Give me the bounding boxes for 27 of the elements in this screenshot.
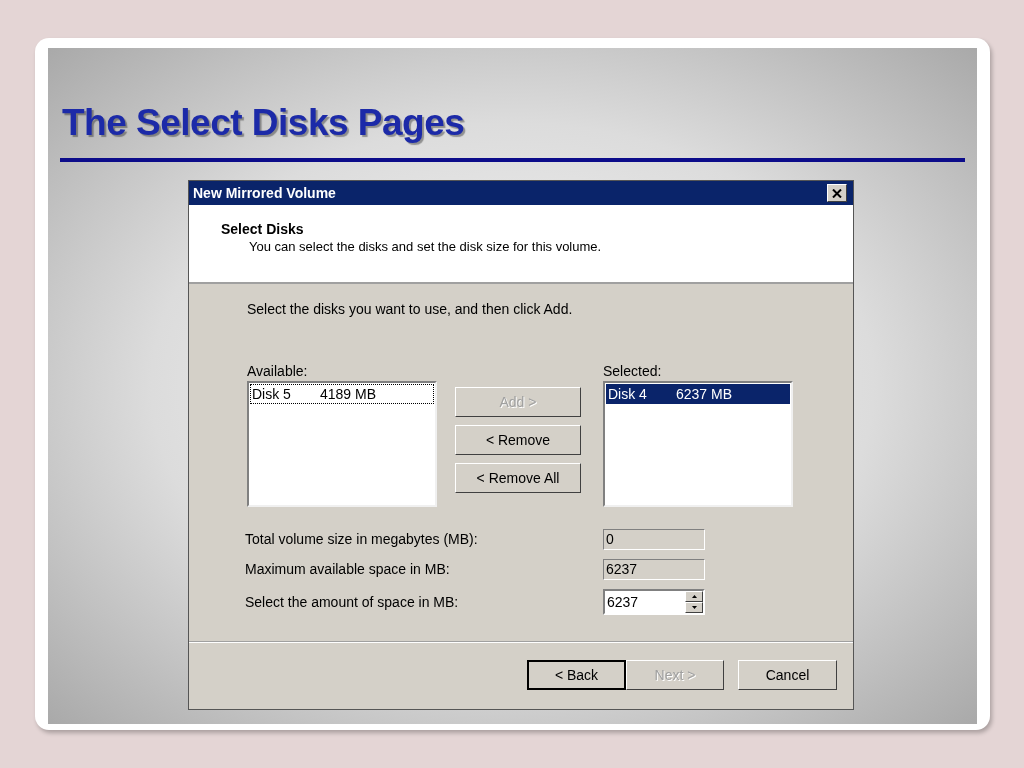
spinner-field[interactable]: 6237 [603,589,705,615]
window-title: New Mirrored Volume [193,183,336,203]
header-subtitle: You can select the disks and set the disk size for this volume. [249,238,603,256]
spin-down-button[interactable] [685,602,703,613]
dialog-button[interactable]: < Remove [455,425,581,455]
close-button[interactable] [827,184,847,202]
dialog-button[interactable]: < Back [527,660,626,690]
slide-title: The Select Disks Pages [62,101,466,145]
dialog-button[interactable]: Cancel [738,660,837,690]
disk-list[interactable]: Disk 5 4189 MB [247,381,437,507]
dialog-button[interactable]: < Remove All [455,463,581,493]
down-arrow-icon [691,606,697,609]
field-label: Total volume size in megabytes (MB): [245,530,479,549]
field-label: Select the amount of space in MB: [245,592,460,612]
list-label: Selected: [603,362,663,380]
disk-list[interactable]: Disk 4 6237 MB [603,381,793,507]
header-title: Select Disks [221,220,305,238]
instruction-text: Select the disks you want to use, and then click Add. [247,300,574,318]
disk-list-item[interactable]: Disk 4 6237 MB [606,384,790,404]
spin-up-button[interactable] [685,591,703,602]
readonly-field: 0 [603,529,705,550]
list-label: Available: [247,362,309,380]
disk-list-item[interactable]: Disk 5 4189 MB [250,384,434,404]
field-label: Maximum available space in MB: [245,560,451,579]
readonly-field: 6237 [603,559,705,580]
close-icon [832,188,842,198]
up-arrow-icon [691,595,697,598]
